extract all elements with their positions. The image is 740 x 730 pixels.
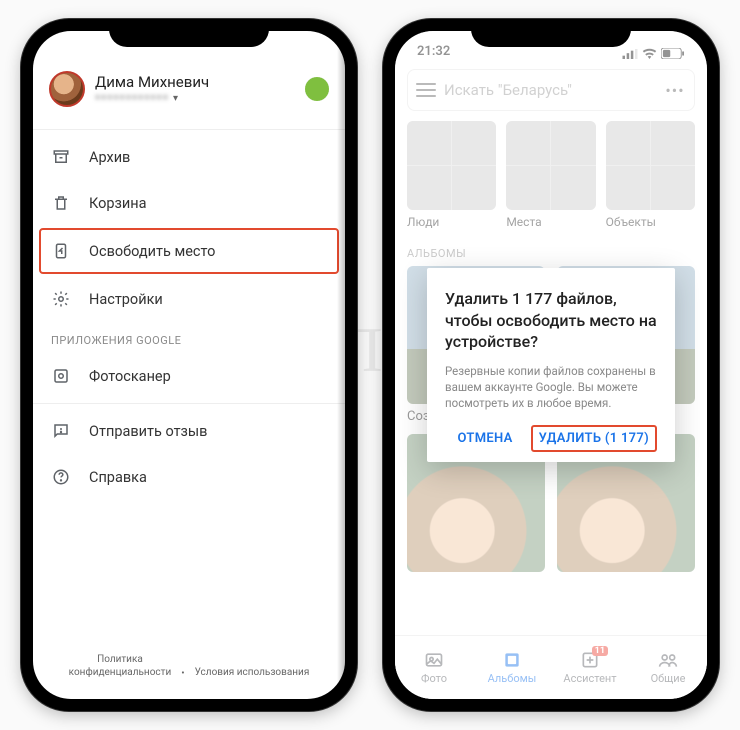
gear-icon — [51, 289, 71, 309]
avatar[interactable] — [49, 71, 85, 107]
menu-label: Отправить отзыв — [89, 423, 207, 440]
confirm-delete-button[interactable]: УДАЛИТЬ (1 177) — [531, 425, 657, 452]
menu-settings[interactable]: Настройки — [33, 276, 345, 322]
menu-label: Архив — [89, 149, 130, 166]
terms-link[interactable]: Условия использования — [195, 667, 310, 680]
free-space-icon — [51, 241, 71, 261]
menu-label: Настройки — [89, 291, 163, 308]
modal-overlay: Удалить 1 177 файлов, чтобы освободить м… — [395, 31, 707, 699]
menu-free-up-space[interactable]: Освободить место — [39, 228, 339, 274]
profile-email[interactable]: ************ ▾ — [95, 92, 209, 106]
trash-icon — [51, 193, 71, 213]
menu-photoscanner[interactable]: Фотосканер — [33, 353, 345, 399]
chevron-down-icon: ▾ — [173, 93, 178, 104]
footer-links: Политика конфиденциальности • Условия ис… — [33, 644, 345, 699]
notch — [109, 19, 269, 47]
archive-icon — [51, 147, 71, 167]
account-switch-icon[interactable] — [305, 77, 329, 101]
phone-right: 21:32 Искать "Беларусь" ••• — [383, 19, 719, 711]
menu-label: Справка — [89, 469, 147, 486]
menu-help[interactable]: Справка — [33, 454, 345, 500]
menu-archive[interactable]: Архив — [33, 134, 345, 180]
menu-feedback[interactable]: Отправить отзыв — [33, 408, 345, 454]
dialog-body: Резервные копии файлов сохранены в вашем… — [445, 363, 657, 411]
scanner-icon — [51, 366, 71, 386]
privacy-link[interactable]: Политика конфиденциальности — [69, 654, 172, 679]
sidebar-drawer: Дима Михневич ************ ▾ — [33, 31, 345, 699]
phone-left: Дима Михневич ************ ▾ — [21, 19, 357, 711]
cancel-button[interactable]: ОТМЕНА — [450, 425, 521, 452]
menu-label: Фотосканер — [89, 368, 171, 385]
menu-label: Освободить место — [89, 243, 215, 260]
dialog-title: Удалить 1 177 файлов, чтобы освободить м… — [445, 288, 657, 353]
profile-name: Дима Михневич — [95, 73, 209, 91]
confirm-dialog: Удалить 1 177 файлов, чтобы освободить м… — [427, 268, 675, 462]
section-google-apps: ПРИЛОЖЕНИЯ GOOGLE — [33, 322, 345, 353]
notch — [471, 19, 631, 47]
feedback-icon — [51, 421, 71, 441]
menu-label: Корзина — [89, 195, 147, 212]
help-icon — [51, 467, 71, 487]
menu-trash[interactable]: Корзина — [33, 180, 345, 226]
